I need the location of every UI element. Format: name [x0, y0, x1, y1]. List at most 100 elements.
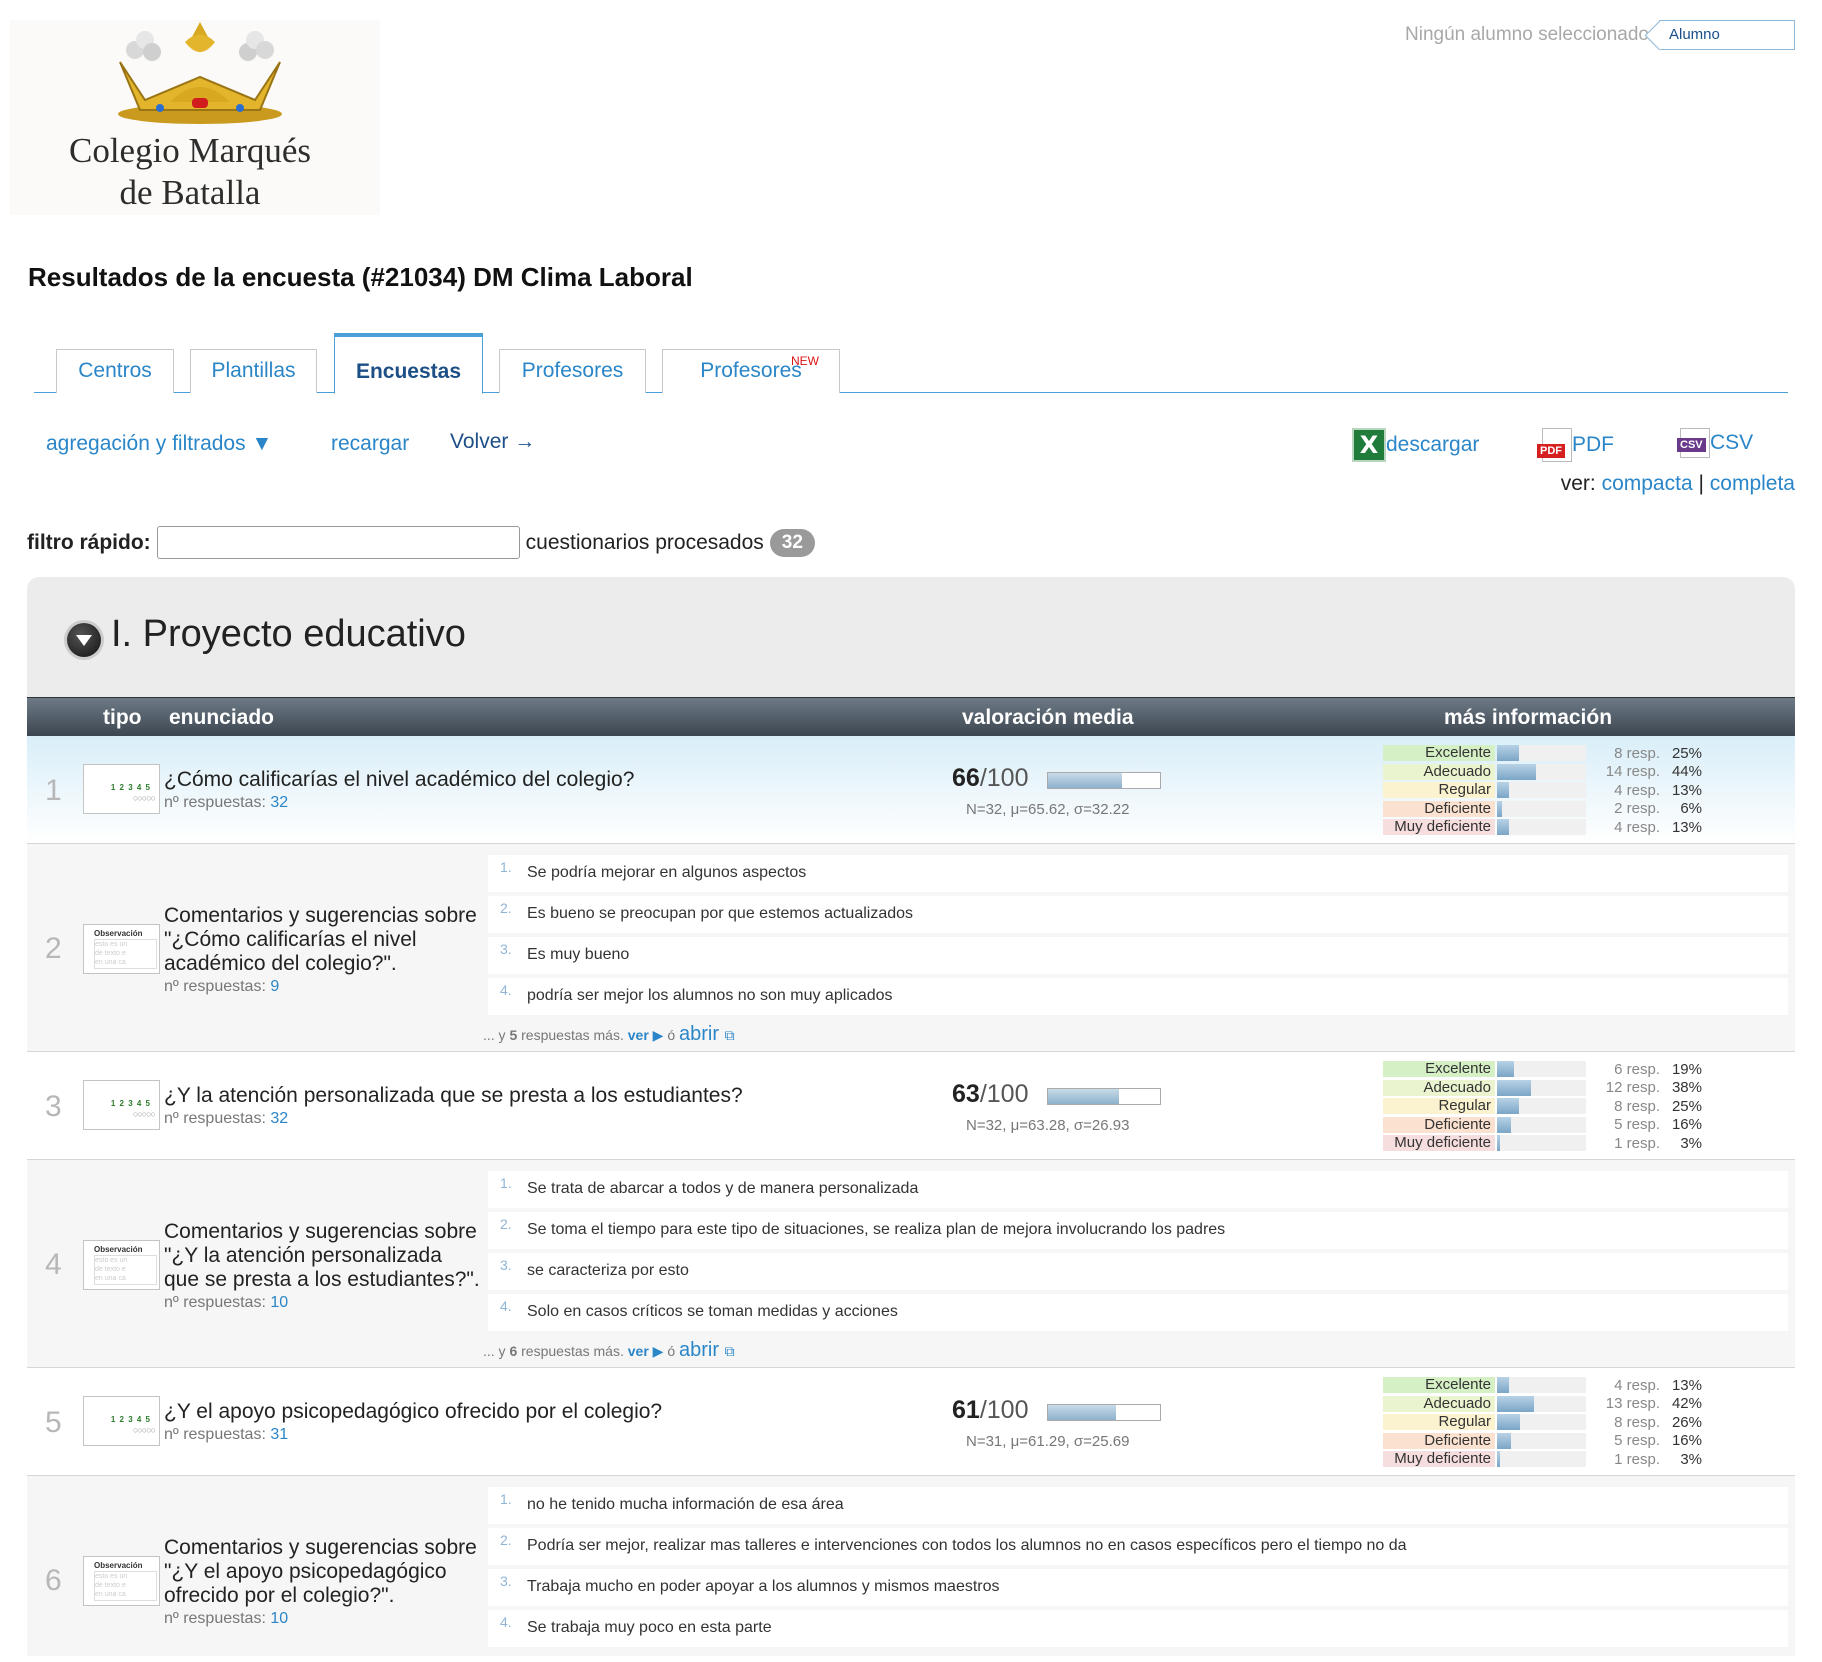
row-number: 2 — [45, 932, 62, 965]
comment-text: Solo en casos críticos se toman medidas … — [527, 1303, 898, 1320]
tab-profesores-new[interactable]: Profesores NEW — [662, 349, 840, 393]
tab-plantillas[interactable]: Plantillas — [190, 349, 317, 393]
rating-percent: 19% — [1671, 1060, 1702, 1078]
comment-list: 1. Se trata de abarcar a todos y de maner… — [488, 1171, 1788, 1335]
rating-bar-fill — [1497, 1451, 1500, 1468]
student-field[interactable]: Alumno — [1659, 20, 1795, 50]
comment-item: 3. se caracteriza por esto — [488, 1253, 1788, 1290]
answer-distribution: Excelente 4 resp. 13% Adecuado 13 resp. 42% Re… — [1383, 1376, 1703, 1469]
rating-bar — [1497, 782, 1586, 799]
comment-number: 2. — [500, 1216, 512, 1232]
more-count: 5 — [509, 1027, 518, 1043]
response-count-link[interactable]: 32 — [270, 1110, 288, 1127]
response-count-link[interactable]: 31 — [270, 1426, 288, 1443]
distribution-row: Deficiente 2 resp. 6% — [1383, 800, 1703, 819]
more-suffix: respuestas más. — [521, 1027, 624, 1043]
question-text-line3: que se presta a los estudiantes?". — [164, 1268, 480, 1291]
comment-item: 3. Trabaja mucho en poder apoyar a los al… — [488, 1569, 1788, 1606]
row-number: 1 — [45, 774, 62, 807]
rating-label: Excelente — [1383, 745, 1495, 762]
average-score: 61/100 — [952, 1396, 1028, 1425]
score-value: 61 — [952, 1396, 980, 1424]
response-count-link[interactable]: 9 — [270, 978, 279, 995]
header-tipo: tipo — [103, 706, 142, 729]
view-separator: | — [1698, 472, 1704, 495]
download-csv-button[interactable]: CSV CSV — [1677, 428, 1754, 458]
rating-bar-fill — [1497, 1432, 1512, 1449]
rating-count: 8 resp. — [1614, 1097, 1660, 1115]
tab-profesores[interactable]: Profesores — [499, 349, 646, 393]
rating-count: 8 resp. — [1614, 744, 1660, 762]
logo-name-line1: Colegio Marqués — [68, 131, 312, 170]
question-text-line1: Comentarios y sugerencias sobre — [164, 1220, 477, 1243]
see-more-link[interactable]: ver ▶ — [628, 1343, 664, 1359]
open-label: abrir — [679, 1339, 720, 1361]
score-scale: /100 — [979, 764, 1029, 792]
rating-percent: 25% — [1671, 1097, 1702, 1115]
distribution-row: Adecuado 13 resp. 42% — [1383, 1395, 1703, 1414]
tab-centros[interactable]: Centros — [56, 349, 174, 393]
rating-label: Excelente — [1383, 1377, 1495, 1394]
rating-count: 8 resp. — [1614, 1413, 1660, 1431]
score-bar-fill — [1048, 1405, 1117, 1420]
average-score: 66/100 — [952, 764, 1028, 793]
rating-count: 4 resp. — [1614, 781, 1660, 799]
external-link-icon: ⧉ — [724, 1027, 735, 1043]
logo-name-line2: de Batalla — [119, 173, 261, 212]
comment-item: 4. Solo en casos críticos se toman medida… — [488, 1294, 1788, 1331]
question-text: ¿Cómo calificarías el nivel académico de… — [164, 768, 635, 791]
comment-number: 3. — [500, 1257, 512, 1273]
comment-text: podría ser mejor los alumnos no son muy … — [527, 987, 893, 1004]
more-responses: ... y 5 respuestas más. ver ▶ ó abrir ⧉ — [483, 1023, 735, 1046]
question-text-line2: "¿Y la atención personalizada — [164, 1244, 442, 1267]
more-prefix: ... y — [483, 1343, 506, 1359]
csv-label: CSV — [1710, 431, 1754, 454]
back-link[interactable]: Volver → — [450, 430, 535, 454]
question-text: ¿Y el apoyo psicopedagógico ofrecido por… — [164, 1400, 663, 1423]
response-count-link[interactable]: 10 — [270, 1294, 288, 1311]
distribution-row: Muy deficiente 4 resp. 13% — [1383, 818, 1703, 837]
response-count-label: nº respuestas: — [164, 1110, 266, 1127]
rating-bar — [1497, 1377, 1586, 1394]
view-full-link[interactable]: completa — [1710, 472, 1795, 495]
tab-encuestas[interactable]: Encuestas — [334, 333, 483, 394]
score-value: 66 — [952, 764, 980, 792]
response-count: nº respuestas: 10 — [164, 1610, 288, 1628]
collapse-toggle-icon[interactable] — [67, 623, 101, 657]
comment-text: Trabaja mucho en poder apoyar a los alum… — [527, 1578, 1000, 1595]
aggregation-filter-menu[interactable]: agregación y filtrados ▼ — [46, 432, 272, 456]
see-more-link[interactable]: ver ▶ — [628, 1027, 664, 1043]
score-value: 63 — [952, 1080, 980, 1108]
reload-link[interactable]: recargar — [331, 432, 409, 456]
question-text: ¿Y la atención personalizada que se pres… — [164, 1084, 743, 1107]
rating-label: Adecuado — [1383, 763, 1495, 780]
download-excel-button[interactable]: X descargar — [1352, 428, 1479, 462]
filter-label: filtro rápido: — [27, 530, 151, 554]
open-link[interactable]: abrir ⧉ — [679, 1023, 735, 1045]
comment-text: no he tenido mucha información de esa ár… — [527, 1496, 844, 1513]
response-count-link[interactable]: 10 — [270, 1610, 288, 1627]
csv-icon: CSV — [1677, 428, 1710, 458]
question-row: 5 1 2 3 4 5 ○○○○○ ¿Y el apoyo psicopedagó… — [27, 1368, 1795, 1476]
rating-bar — [1497, 1098, 1586, 1115]
comment-text: Se trata de abarcar a todos y de manera … — [527, 1180, 919, 1197]
pdf-icon: PDF — [1537, 428, 1572, 462]
quick-filter-input[interactable] — [156, 526, 520, 559]
answer-distribution: Excelente 8 resp. 25% Adecuado 14 resp. 44% Re… — [1383, 744, 1703, 837]
download-pdf-button[interactable]: PDF PDF — [1537, 428, 1614, 462]
score-bar — [1047, 1088, 1161, 1105]
quick-filter: filtro rápido: cuestionarios procesados … — [27, 526, 815, 559]
rating-bar — [1497, 1116, 1586, 1133]
view-mode: ver: compacta | completa — [1561, 472, 1795, 496]
view-compact-link[interactable]: compacta — [1602, 472, 1693, 495]
rating-label: Deficiente — [1383, 1116, 1495, 1133]
rating-bar — [1497, 1061, 1586, 1078]
more-or: ó — [667, 1343, 676, 1359]
response-count-link[interactable]: 32 — [270, 794, 288, 811]
comment-text: se caracteriza por esto — [527, 1262, 689, 1279]
comment-number: 4. — [500, 1614, 512, 1630]
rating-label: Muy deficiente — [1383, 819, 1495, 836]
rating-bar-fill — [1497, 782, 1509, 799]
open-link[interactable]: abrir ⧉ — [679, 1339, 735, 1361]
pdf-label: PDF — [1572, 433, 1614, 456]
